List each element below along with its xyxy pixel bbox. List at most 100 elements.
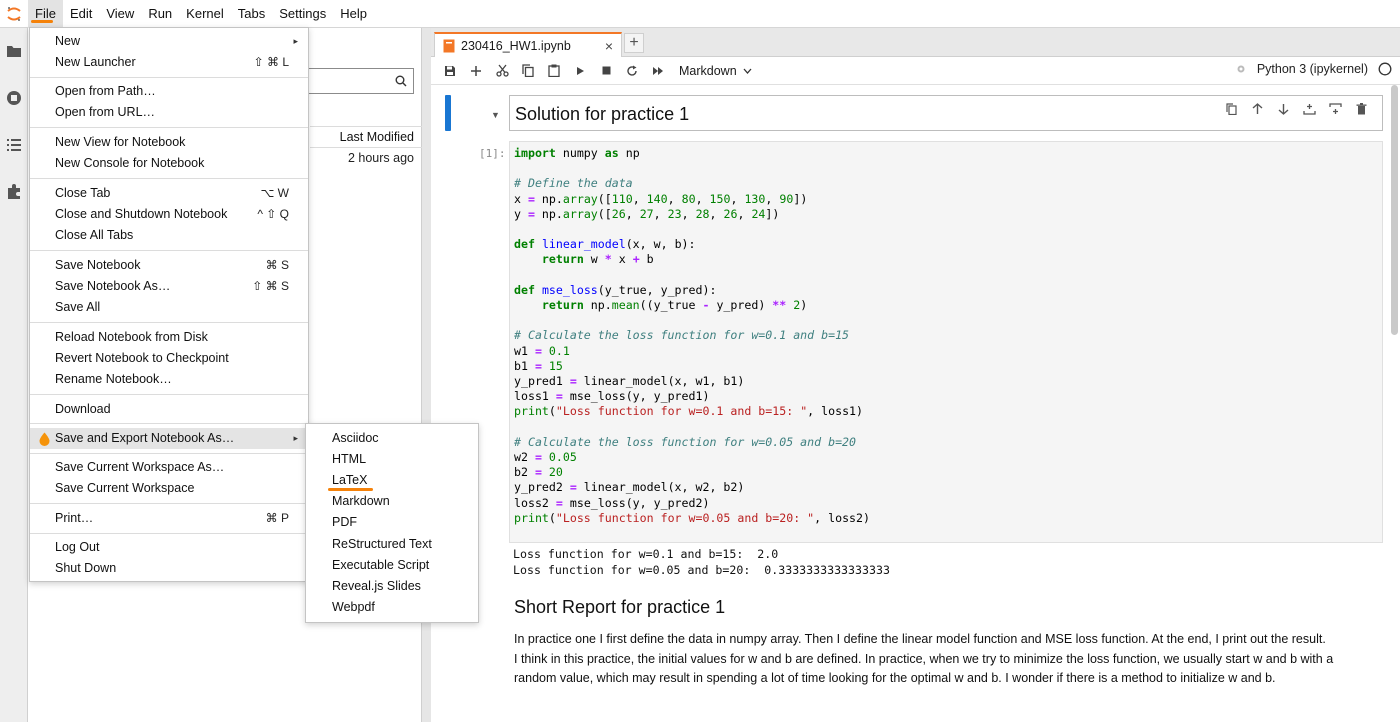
menu-kernel[interactable]: Kernel <box>179 0 231 28</box>
close-icon[interactable]: × <box>605 38 613 54</box>
insert-above-icon[interactable] <box>1300 100 1318 118</box>
menu-separator <box>30 322 308 323</box>
menu-settings[interactable]: Settings <box>272 0 333 28</box>
annotation-marker-icon <box>39 432 50 446</box>
markdown-cell-heading[interactable]: Solution for practice 1 <box>509 95 1383 131</box>
menu-separator <box>30 77 308 78</box>
menu-item-print[interactable]: Print… ⌘ P <box>30 508 308 529</box>
kernel-status[interactable]: Python 3 (ipykernel) <box>1235 62 1392 76</box>
code-cell[interactable]: import numpy as np # Define the data x =… <box>509 141 1383 543</box>
export-latex[interactable]: LaTeX <box>306 470 478 491</box>
menu-item-shut-down[interactable]: Shut Down <box>30 558 308 579</box>
paste-icon[interactable] <box>541 60 567 82</box>
menu-edit[interactable]: Edit <box>63 0 99 28</box>
export-pdf[interactable]: PDF <box>306 512 478 533</box>
export-revealjs-slides[interactable]: Reveal.js Slides <box>306 576 478 597</box>
menu-help[interactable]: Help <box>333 0 374 28</box>
extension-icon[interactable] <box>4 182 24 202</box>
menu-item-download[interactable]: Download <box>30 399 308 420</box>
active-cell-indicator <box>445 95 451 131</box>
menu-item-save-all[interactable]: Save All <box>30 297 308 318</box>
menu-item-save-workspace-as[interactable]: Save Current Workspace As… <box>30 457 308 478</box>
gear-icon <box>1237 65 1245 73</box>
menu-tabs[interactable]: Tabs <box>231 0 272 28</box>
kernel-idle-icon <box>1378 62 1392 76</box>
new-tab-button[interactable]: + <box>624 33 644 53</box>
cell-output: Loss function for w=0.1 and b=15: 2.0 Los… <box>513 547 890 578</box>
tab-title: 230416_HW1.ipynb <box>461 39 571 53</box>
copy-icon[interactable] <box>515 60 541 82</box>
cell-type-value: Markdown <box>679 63 737 78</box>
output-line: Loss function for w=0.1 and b=15: 2.0 <box>513 547 779 561</box>
menu-item-open-from-path[interactable]: Open from Path… <box>30 81 308 102</box>
menu-item-close-all-tabs[interactable]: Close All Tabs <box>30 225 308 246</box>
trash-icon[interactable] <box>1352 100 1370 118</box>
report-paragraph: I think in this practice, the initial va… <box>514 651 1334 686</box>
export-webpdf[interactable]: Webpdf <box>306 597 478 618</box>
report-heading: Short Report for practice 1 <box>514 597 726 617</box>
export-markdown[interactable]: Markdown <box>306 491 478 512</box>
menu-item-close-tab[interactable]: Close Tab ⌥ W <box>30 183 308 204</box>
toc-icon[interactable] <box>4 135 24 155</box>
menu-item-open-from-url[interactable]: Open from URL… <box>30 102 308 123</box>
chevron-down-icon <box>743 68 752 74</box>
file-search-input[interactable] <box>308 68 414 94</box>
cut-icon[interactable] <box>489 60 515 82</box>
cell-type-select[interactable]: Markdown <box>679 64 752 78</box>
export-restructured-text[interactable]: ReStructured Text <box>306 534 478 555</box>
notebook-cells[interactable]: ▼ Solution for practice 1 [1]: import nu… <box>431 85 1389 722</box>
menu-item-log-out[interactable]: Log Out <box>30 537 308 558</box>
restart-icon[interactable] <box>619 60 645 82</box>
menu-item-save-workspace[interactable]: Save Current Workspace <box>30 478 308 499</box>
search-icon <box>395 75 407 87</box>
run-icon[interactable] <box>567 60 593 82</box>
stop-icon[interactable] <box>593 60 619 82</box>
insert-below-icon[interactable] <box>1326 100 1344 118</box>
add-cell-icon[interactable] <box>463 60 489 82</box>
menu-item-new-view[interactable]: New View for Notebook <box>30 132 308 153</box>
menu-separator <box>30 127 308 128</box>
collapse-caret-icon[interactable]: ▼ <box>491 110 500 120</box>
menu-item-new-console[interactable]: New Console for Notebook <box>30 153 308 174</box>
column-last-modified[interactable]: Last Modified <box>310 126 422 148</box>
export-executable-script[interactable]: Executable Script <box>306 555 478 576</box>
menu-separator <box>30 503 308 504</box>
menu-separator <box>30 178 308 179</box>
menu-item-save-and-export[interactable]: Save and Export Notebook As… ▸ <box>30 428 308 449</box>
file-menu: New ▸ New Launcher ⇧ ⌘ L Open from Path… O… <box>29 27 309 582</box>
export-html[interactable]: HTML <box>306 449 478 470</box>
save-icon[interactable] <box>437 60 463 82</box>
cell-actions <box>1222 100 1370 118</box>
duplicate-cell-icon[interactable] <box>1222 100 1240 118</box>
chevron-right-icon: ▸ <box>293 433 298 443</box>
move-down-icon[interactable] <box>1274 100 1292 118</box>
folder-icon[interactable] <box>4 41 24 61</box>
menu-item-save-notebook[interactable]: Save Notebook ⌘ S <box>30 255 308 276</box>
tab-bar: 230416_HW1.ipynb × + <box>431 28 1400 58</box>
menu-item-reload[interactable]: Reload Notebook from Disk <box>30 327 308 348</box>
notebook-tab[interactable]: 230416_HW1.ipynb × <box>434 32 622 58</box>
report-text: In practice one I first define the data … <box>514 630 1344 689</box>
running-icon[interactable] <box>4 88 24 108</box>
menu-item-close-shutdown[interactable]: Close and Shutdown Notebook ^ ⇧ Q <box>30 204 308 225</box>
notebook-icon <box>443 39 455 53</box>
file-modified-time: 2 hours ago <box>347 151 414 165</box>
menu-item-new[interactable]: New ▸ <box>30 31 308 52</box>
chevron-right-icon: ▸ <box>293 36 298 46</box>
export-asciidoc[interactable]: Asciidoc <box>306 428 478 449</box>
heading-text: Solution for practice 1 <box>515 104 690 124</box>
menubar: File Edit View Run Kernel Tabs Settings … <box>0 0 1400 28</box>
run-all-icon[interactable] <box>645 60 671 82</box>
code-editor[interactable]: import numpy as np # Define the data x =… <box>514 146 870 526</box>
menu-view[interactable]: View <box>99 0 141 28</box>
menu-item-revert[interactable]: Revert Notebook to Checkpoint <box>30 348 308 369</box>
menu-file[interactable]: File <box>28 0 63 28</box>
menu-item-save-notebook-as[interactable]: Save Notebook As… ⇧ ⌘ S <box>30 276 308 297</box>
menu-run[interactable]: Run <box>141 0 179 28</box>
menu-item-rename[interactable]: Rename Notebook… <box>30 369 308 390</box>
scrollbar[interactable] <box>1391 85 1398 335</box>
menu-item-new-launcher[interactable]: New Launcher ⇧ ⌘ L <box>30 52 308 73</box>
move-up-icon[interactable] <box>1248 100 1266 118</box>
menu-separator <box>30 533 308 534</box>
notebook-panel: 230416_HW1.ipynb × + Markdown Python 3 (… <box>431 28 1400 722</box>
